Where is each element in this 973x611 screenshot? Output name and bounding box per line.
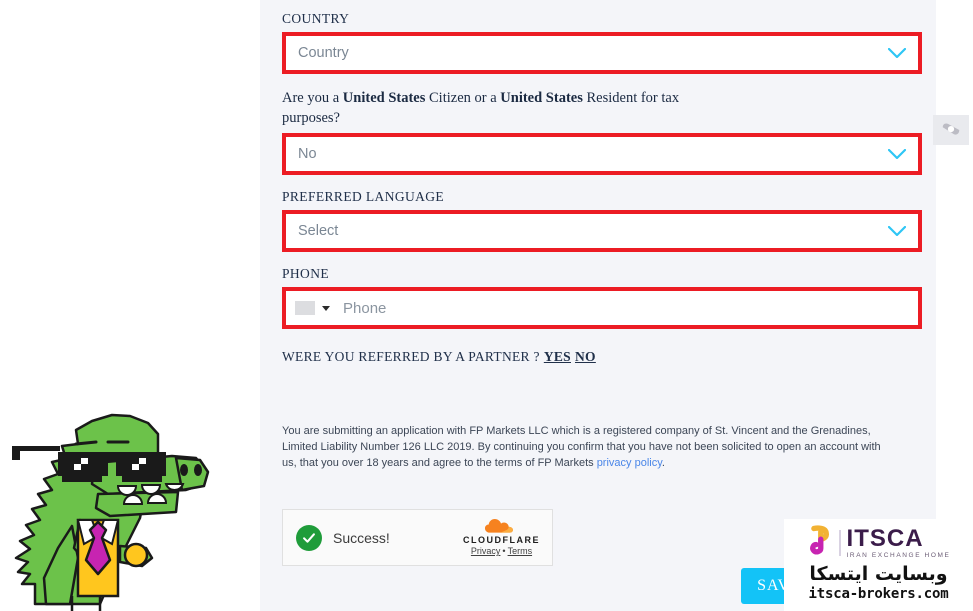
legal-disclaimer: You are submitting an application with F… [282,423,892,471]
turnstile-terms-link[interactable]: Terms [508,546,533,556]
screenshot-root: COUNTRY Country Are you a United States … [0,0,973,611]
turnstile-status: Success! [296,524,390,551]
chevron-down-icon [888,149,906,159]
referral-row: WERE YOU REFERRED BY A PARTNER ? YES NO [282,349,922,365]
q-bold-2: United States [500,90,583,106]
us-tax-value: No [298,146,317,162]
grey-badge-icon[interactable] [933,115,969,145]
watermark-brand: ITSCA [846,524,924,552]
chevron-down-icon [888,226,906,236]
blank-flag-icon [295,301,315,315]
phone-input[interactable]: Phone [339,300,386,317]
watermark-divider [838,529,841,556]
phone-input-row[interactable]: Phone [286,291,918,325]
us-tax-highlight: No [282,133,922,175]
q-bold-1: United States [342,90,426,106]
watermark-persian-text: وبسایت ایتسکا [809,563,948,585]
language-highlight: Select [282,210,922,252]
phone-label: PHONE [282,266,330,281]
disclaimer-text: You are submitting an application with F… [282,425,881,469]
country-value: Country [298,45,349,61]
turnstile-privacy-link[interactable]: Privacy [471,546,501,556]
caret-down-icon [322,305,330,311]
cloudflare-turnstile-widget[interactable]: Success! CLOUDFLARE Privacy • Terms [282,509,553,566]
disclaimer-period: . [661,457,665,469]
country-highlight: Country [282,32,922,74]
privacy-policy-link[interactable]: privacy policy [597,457,662,469]
country-select[interactable]: Country [286,36,918,70]
us-tax-question: Are you a United States Citizen or a Uni… [282,88,702,128]
language-select[interactable]: Select [286,214,918,248]
country-code-dropdown[interactable] [286,301,339,315]
watermark-tagline: IRAN EXCHANGE HOME [846,551,951,559]
crocodile-mascot-icon [0,408,232,611]
cloudflare-cloud-icon [463,519,540,534]
referral-question: WERE YOU REFERRED BY A PARTNER ? [282,349,540,364]
watermark-url: itsca-brokers.com [808,586,949,602]
link-separator: • [502,546,506,556]
phone-highlight: Phone [282,287,922,329]
q-mid: Citizen or a [425,90,501,106]
watermark-logo-row: ITSCA IRAN EXCHANGE HOME [807,525,951,560]
turnstile-links: Privacy • Terms [463,546,540,556]
watermark-brand-block: ITSCA IRAN EXCHANGE HOME [846,524,951,559]
language-value: Select [298,223,339,239]
referral-yes-option[interactable]: YES [544,349,571,364]
turnstile-status-text: Success! [333,529,390,546]
cloudflare-branding: CLOUDFLARE Privacy • Terms [463,519,540,556]
success-check-icon [296,524,322,551]
itsca-watermark: ITSCA IRAN EXCHANGE HOME وبسایت ایتسکا i… [784,519,973,611]
q-prefix: Are you a [282,90,343,106]
itsca-logo-icon [807,525,833,560]
country-label: COUNTRY [282,11,350,26]
chevron-down-icon [888,48,906,58]
referral-no-option[interactable]: NO [575,349,596,364]
language-label: PREFERRED LANGUAGE [282,189,445,204]
us-tax-select[interactable]: No [286,137,918,171]
cloudflare-wordmark: CLOUDFLARE [463,535,540,545]
